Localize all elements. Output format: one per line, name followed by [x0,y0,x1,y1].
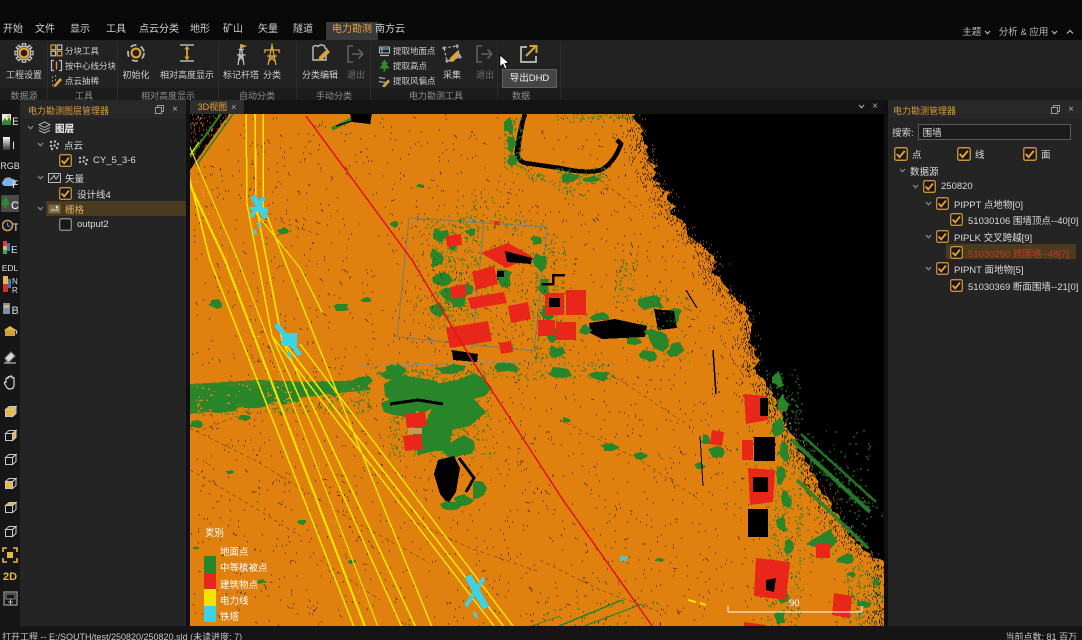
svg-text:T: T [13,222,19,233]
svg-text:90: 90 [789,598,800,609]
svg-text:N: N [12,277,18,286]
svg-text:E: E [11,245,18,255]
svg-text:类别: 类别 [205,527,224,539]
svg-text:E: E [12,116,18,127]
svg-text:地面点: 地面点 [220,546,249,558]
svg-text:I: I [12,140,15,151]
svg-text:铁塔: 铁塔 [220,611,240,623]
svg-text:B: B [12,305,19,316]
svg-text:F: F [12,179,18,190]
svg-text:建筑物点: 建筑物点 [220,579,259,591]
svg-text:R: R [12,286,18,295]
svg-text:C: C [11,200,19,212]
svg-text:中等植被点: 中等植被点 [220,562,268,574]
svg-text:电力线: 电力线 [220,595,249,607]
